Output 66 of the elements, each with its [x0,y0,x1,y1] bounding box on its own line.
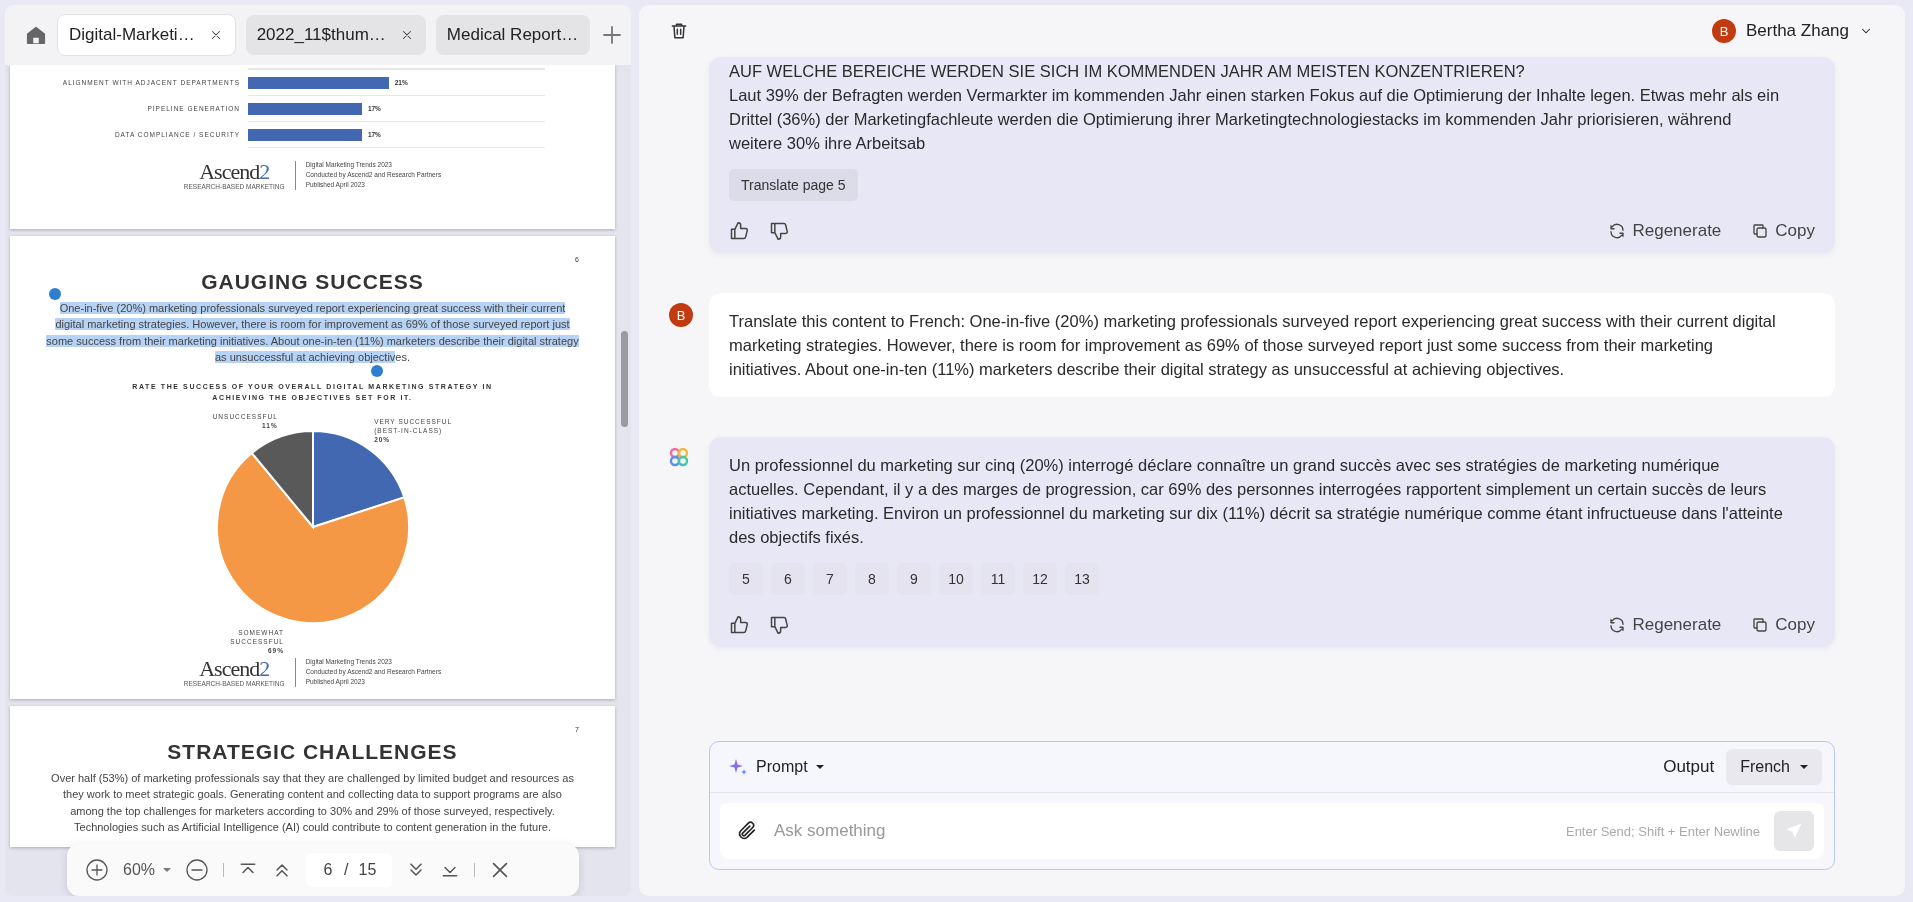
user-avatar: B [669,303,693,327]
copy-icon [1751,616,1770,634]
output-language-dropdown[interactable]: French [1726,749,1822,785]
message-input[interactable]: Ask something [772,820,1552,842]
home-button[interactable] [25,24,47,46]
prompt-mode-dropdown[interactable]: Prompt [728,757,824,777]
thumbs-down-button[interactable] [769,615,789,635]
caret-icon [1800,764,1808,770]
page-chip[interactable]: 12 [1023,563,1057,595]
page-paragraph: Over half (53%) of marketing professionals say that they are challenged by limited budget and resources as they work to meet strategic goals. Generating content and collecting data to support programs are also among the top challenges for marketers according to 30% and 29% of those surveyed, respectively. Technologies such as Artificial Intelligence (AI) could contribute to content generation in the future. [50,771,575,836]
page-chip[interactable]: 10 [939,563,973,595]
thumbs-down-icon [769,615,789,635]
regenerate-button[interactable]: Regenerate [1608,615,1722,635]
caret-icon [163,867,172,873]
user-menu[interactable]: B Bertha Zhang [1706,18,1879,44]
document-tab[interactable]: 2022_11$thum… [245,15,426,55]
paperclip-icon[interactable] [736,820,758,842]
zoom-out-button[interactable] [185,858,210,882]
page-chip[interactable]: 6 [771,563,805,595]
page-chip[interactable]: 8 [855,563,889,595]
message-text: Laut 39% der Befragten werden Vermarkter im kommenden Jahr einen starken Fokus auf die Optimierung der Inhalte legen. Etwas mehr als ein Drittel (36%) der Marketingfachleute werden die Optimierung ihrer Marketingtechnologiestacks im kommenden Jahr priorisieren, während weitere 30% ihre Arbeitsab [729,85,1781,154]
output-label: Output [1663,757,1715,777]
copy-button[interactable]: Copy [1751,221,1815,241]
page-paragraph: One-in-five (20%) marketing professionals surveyed report experiencing great success with their current digital marketing strategies. However, there is room for improvement as 69% of those surveyed report just some success from their marketing initiatives. About one-in-ten (11%) marketers describe their digital strategy as unsuccessful at achieving objectives. [46,301,579,365]
thumbs-up-icon [729,615,749,635]
refresh-icon [1608,616,1627,634]
message-text: Un professionnel du marketing sur cinq (20%) interrogé déclare connaître un grand succès avec ses stratégies de marketing numérique actuelles. Cependant, il y a des marges de progression, car 69% des personnes interrogées rapportent simplement un certain succès de leurs initiatives marketing. Environ un professionnel du marketing sur dix (11%) décrit sa stratégie numérique comme étant infructueuse dans l'atteinte des objectifs fixés. [729,455,1784,548]
trash-icon [669,21,689,41]
page-separator: / [344,861,349,879]
message-heading: AUF WELCHE BEREICHE WERDEN SIE SICH IM KOMMENDEN JAHR AM MEISTEN KONZENTRIEREN? [729,61,1526,82]
page-chip[interactable]: 7 [813,563,847,595]
logo-wordmark: Ascend2 [199,160,270,183]
thumbs-up-icon [729,221,749,241]
selection-start-handle[interactable] [49,288,61,300]
page-chip[interactable]: 5 [729,563,763,595]
page-heading: GAUGING SUCCESS [200,270,425,294]
page-chip[interactable]: 13 [1065,563,1099,595]
logo-wordmark: Ascend2 [199,657,270,680]
regenerate-button[interactable]: Regenerate [1608,221,1722,241]
page-heading: STRATEGIC CHALLENGES [166,740,459,765]
thumbs-down-icon [769,221,789,241]
input-hint: Enter Send; Shift + Enter Newline [1565,823,1760,839]
copy-button[interactable]: Copy [1751,615,1815,635]
page-number-field[interactable]: 6 [322,861,335,879]
scrollbar-thumb[interactable] [621,331,628,427]
message-text: Translate this content to French: One-in-five (20%) marketing professionals surveyed report experiencing great success with their current digital marketing strategies. However, there is room for improvement as 69% of those surveyed report just some success from their marketing initiatives. About one-in-ten (11%) marketers describe their digital strategy as unsuccessful at achieving objectives. [729,311,1777,380]
refresh-icon [1608,222,1627,240]
thumbs-up-button[interactable] [729,615,749,635]
zoom-level-dropdown[interactable]: 60% [123,861,172,879]
thumbs-down-button[interactable] [769,221,789,241]
copy-icon [1751,222,1770,240]
page-chip[interactable]: 9 [897,563,931,595]
thumbs-up-button[interactable] [729,221,749,241]
document-tab[interactable]: Digital-Marketi… [57,14,236,56]
page-chip[interactable]: Translate page 5 [729,169,858,201]
zoom-in-icon [85,858,109,882]
assistant-logo-icon [669,447,689,467]
document-tab[interactable]: Medical Report… [435,15,591,55]
selection-end-handle[interactable] [371,365,383,378]
page-count: 15 [358,861,377,879]
home-icon [25,24,47,46]
zoom-out-icon [185,858,210,882]
delete-button[interactable] [669,21,689,41]
page-chip[interactable]: 11 [981,563,1015,595]
caret-icon [815,764,824,770]
zoom-in-button[interactable] [85,858,109,882]
